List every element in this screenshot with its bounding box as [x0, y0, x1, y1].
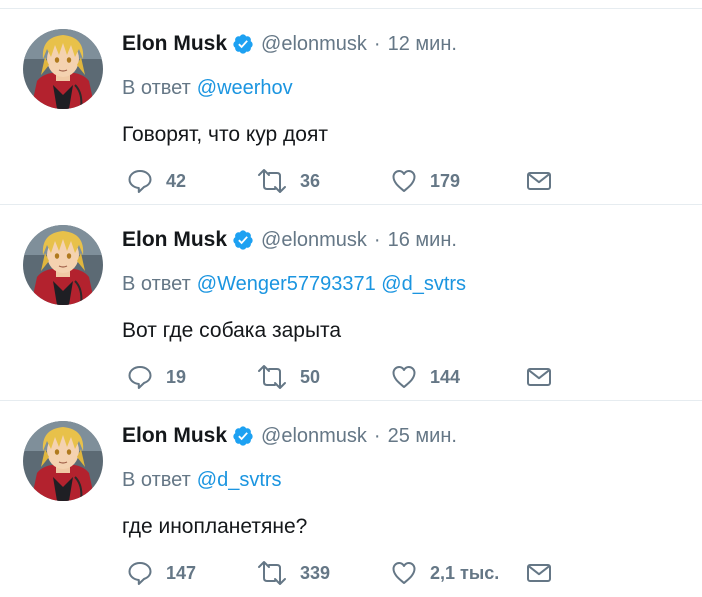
author-name[interactable]: Elon Musk [122, 32, 227, 56]
retweet-count: 36 [300, 170, 321, 191]
speech-bubble-icon [126, 363, 154, 391]
retweet-arrows-icon [256, 559, 288, 587]
retweet-count: 50 [300, 366, 321, 387]
tweet-text: Вот где собака зарыта [122, 319, 342, 342]
like-button[interactable]: 179 [390, 167, 460, 195]
avatar[interactable] [23, 421, 103, 501]
reply-prefix: В ответ [122, 77, 191, 99]
separator-dot: · [373, 228, 381, 251]
author-handle[interactable]: @elonmusk [261, 229, 367, 252]
verified-badge-icon [232, 33, 254, 55]
timestamp[interactable]: 12 мин. [388, 33, 457, 56]
reply-count: 19 [166, 366, 187, 387]
tweet-header: Elon Musk @elonmusk · 25 мин. [122, 421, 457, 451]
separator-dot: · [373, 424, 381, 447]
heart-icon [390, 559, 418, 587]
separator-dot: · [373, 32, 381, 55]
reply-button[interactable]: 147 [126, 559, 196, 587]
author-name[interactable]: Elon Musk [122, 228, 227, 252]
speech-bubble-icon [126, 167, 154, 195]
retweet-count: 339 [300, 562, 331, 583]
avatar[interactable] [23, 29, 103, 109]
heart-icon [390, 363, 418, 391]
like-button[interactable]: 144 [390, 363, 460, 391]
verified-badge-icon [232, 229, 254, 251]
retweet-button[interactable]: 339 [256, 559, 330, 587]
direct-message-button[interactable] [525, 559, 553, 587]
reply-mention-link[interactable]: @d_svtrs [197, 469, 282, 491]
author-handle[interactable]: @elonmusk [261, 425, 367, 448]
envelope-icon [525, 167, 553, 195]
tweet-actions: 42 36 179 [122, 167, 562, 195]
tweet-text: где инопланетяне? [122, 515, 308, 538]
retweet-arrows-icon [256, 167, 288, 195]
timestamp[interactable]: 25 мин. [388, 425, 457, 448]
reply-prefix: В ответ [122, 469, 191, 491]
tweet[interactable]: Elon Musk @elonmusk · 25 мин. В ответ @d_… [0, 401, 702, 597]
like-button[interactable]: 2,1 тыс. [390, 559, 499, 587]
envelope-icon [525, 363, 553, 391]
retweet-button[interactable]: 36 [256, 167, 320, 195]
reply-count: 42 [166, 170, 187, 191]
reply-count: 147 [166, 562, 197, 583]
tweet-header: Elon Musk @elonmusk · 12 мин. [122, 29, 457, 59]
retweet-button[interactable]: 50 [256, 363, 320, 391]
tweet-feed: Elon Musk @elonmusk · 12 мин. В ответ @we… [0, 0, 702, 594]
retweet-arrows-icon [256, 363, 288, 391]
like-count: 2,1 тыс. [430, 562, 500, 583]
reply-button[interactable]: 42 [126, 167, 186, 195]
reply-context: В ответ @Wenger57793371 @d_svtrs [122, 273, 466, 296]
reply-context: В ответ @weerhov [122, 77, 293, 100]
reply-prefix: В ответ [122, 273, 191, 295]
tweet-actions: 19 50 144 [122, 363, 562, 391]
tweet-actions: 147 339 2,1 тыс. [122, 559, 562, 587]
direct-message-button[interactable] [525, 167, 553, 195]
tweet-header: Elon Musk @elonmusk · 16 мин. [122, 225, 457, 255]
avatar[interactable] [23, 225, 103, 305]
like-count: 179 [430, 170, 461, 191]
reply-mention-link[interactable]: @weerhov [197, 77, 293, 99]
tweet[interactable]: Elon Musk @elonmusk · 12 мин. В ответ @we… [0, 9, 702, 205]
verified-badge-icon [232, 425, 254, 447]
speech-bubble-icon [126, 559, 154, 587]
reply-context: В ответ @d_svtrs [122, 469, 282, 492]
tweet-text: Говорят, что кур доят [122, 123, 328, 146]
tweet[interactable]: Elon Musk @elonmusk · 16 мин. В ответ @We… [0, 205, 702, 401]
reply-button[interactable]: 19 [126, 363, 186, 391]
reply-mention-link[interactable]: @Wenger57793371 @d_svtrs [197, 273, 466, 295]
author-name[interactable]: Elon Musk [122, 424, 227, 448]
heart-icon [390, 167, 418, 195]
direct-message-button[interactable] [525, 363, 553, 391]
envelope-icon [525, 559, 553, 587]
timestamp[interactable]: 16 мин. [388, 229, 457, 252]
author-handle[interactable]: @elonmusk [261, 33, 367, 56]
like-count: 144 [430, 366, 461, 387]
